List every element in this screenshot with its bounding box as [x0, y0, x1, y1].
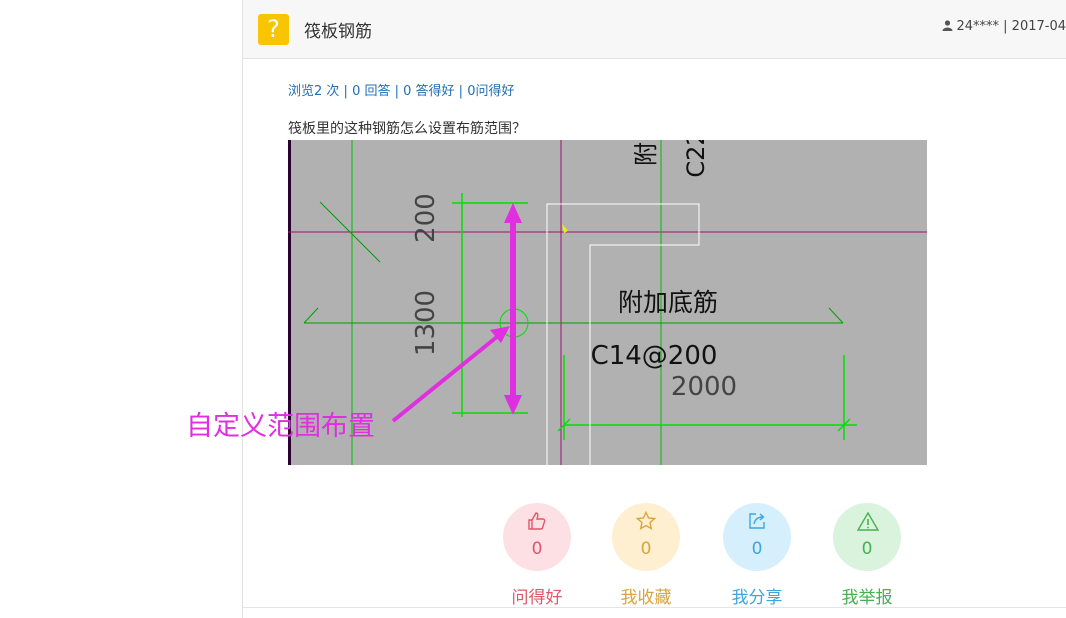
left-divider [242, 0, 243, 618]
question-title[interactable]: 筏板钢筋 [304, 17, 372, 42]
view-count: 浏览2 次 [288, 84, 340, 99]
cad-screenshot: 200 1300 附加底筋 C14@200 2000 附 C22 [288, 140, 927, 465]
warning-icon [857, 511, 879, 531]
dim-2000-label: 2000 [671, 372, 737, 402]
question-meta: 24**** | 2017-04 [942, 19, 1066, 34]
share-icon [749, 513, 765, 529]
favorite-count: 0 [640, 539, 652, 559]
report-label[interactable]: 我举报 [825, 583, 909, 608]
question-header: ? 筏板钢筋 24**** | 2017-04 [243, 0, 1066, 59]
share-circle[interactable]: 0 [723, 503, 791, 571]
share-count: 0 [751, 539, 763, 559]
dim-1300-label: 1300 [411, 290, 441, 356]
good-question-count: 0 [531, 539, 543, 559]
question-body: 筏板里的这种钢筋怎么设置布筋范围？ [288, 121, 526, 137]
good-question-count: 0问得好 [467, 84, 515, 99]
answer-count: 0 回答 [352, 84, 391, 99]
rebar-spec-label: C14@200 [591, 341, 718, 371]
cut-text-1: 附 [632, 142, 660, 166]
additional-bottom-rebar-label: 附加底筋 [618, 288, 718, 317]
favorite-label[interactable]: 我收藏 [604, 583, 688, 608]
report-circle[interactable]: 0 [833, 503, 901, 571]
favorite-action[interactable]: 0 我收藏 [612, 503, 680, 608]
cad-drawing: 200 1300 附加底筋 C14@200 2000 附 C22 [288, 140, 927, 465]
custom-range-annotation: 自定义范围布置 [186, 411, 375, 442]
post-date: 2017-04 [1011, 19, 1066, 34]
question-mark-icon: ? [258, 14, 289, 45]
dim-200-label: 200 [411, 193, 441, 243]
good-question-label[interactable]: 问得好 [495, 583, 579, 608]
question-stats: 浏览2 次 | 0 回答 | 0 答得好 | 0问得好 [288, 84, 515, 99]
share-action[interactable]: 0 我分享 [723, 503, 791, 608]
report-count: 0 [861, 539, 873, 559]
report-action[interactable]: 0 我举报 [833, 503, 901, 608]
share-label[interactable]: 我分享 [715, 583, 799, 608]
star-icon [636, 511, 656, 531]
good-answer-count: 0 答得好 [403, 84, 455, 99]
meta-separator: | [1003, 19, 1008, 34]
bottom-divider [243, 607, 1066, 608]
good-question-action[interactable]: 0 问得好 [503, 503, 571, 608]
author-name[interactable]: 24**** [956, 19, 999, 34]
user-icon [942, 20, 953, 31]
good-question-circle[interactable]: 0 [503, 503, 571, 571]
cut-text-2: C22 [682, 140, 710, 178]
thumbs-up-icon [528, 512, 546, 530]
favorite-circle[interactable]: 0 [612, 503, 680, 571]
